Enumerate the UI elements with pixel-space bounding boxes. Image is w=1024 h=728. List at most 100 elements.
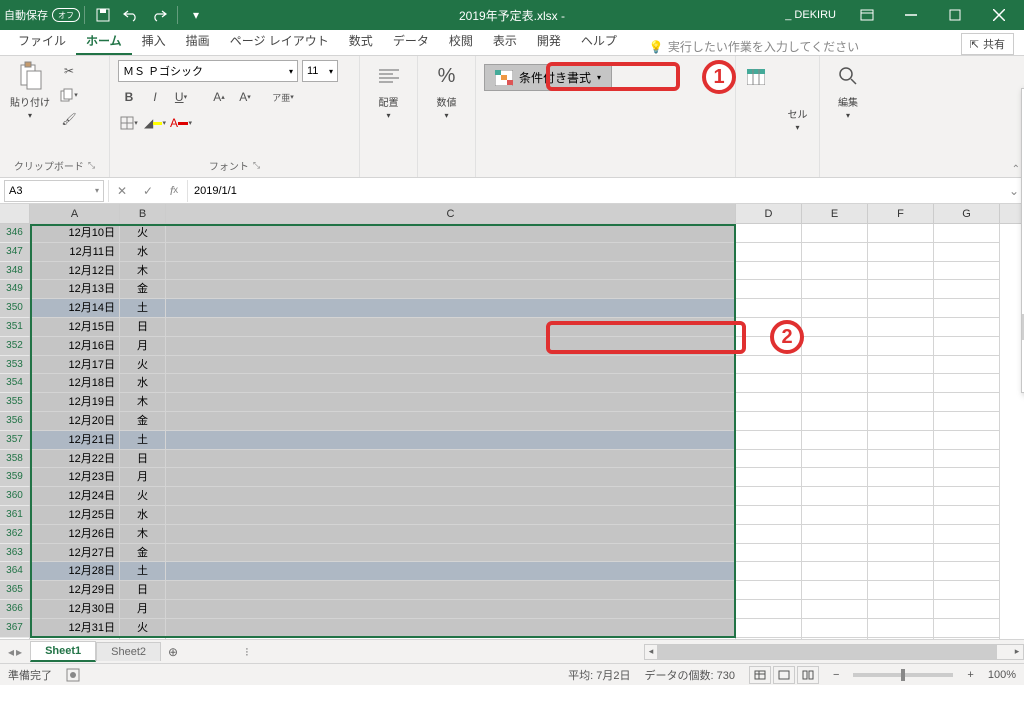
zoom-in-button[interactable]: + — [967, 669, 973, 681]
cell[interactable]: 12月19日 — [30, 393, 120, 412]
cell[interactable] — [802, 506, 868, 525]
cell[interactable] — [934, 280, 1000, 299]
cell[interactable] — [802, 224, 868, 243]
cell[interactable] — [736, 412, 802, 431]
cell[interactable] — [166, 374, 736, 393]
cell[interactable] — [868, 374, 934, 393]
cell[interactable] — [736, 450, 802, 469]
cell[interactable] — [736, 562, 802, 581]
cell[interactable]: 水 — [120, 374, 166, 393]
cell[interactable]: 12月17日 — [30, 356, 120, 375]
sheet-nav[interactable]: ◂▸ — [0, 645, 30, 659]
tab-ヘルプ[interactable]: ヘルプ — [571, 28, 627, 55]
cell[interactable] — [736, 224, 802, 243]
name-box[interactable]: A3▾ — [4, 180, 104, 202]
cell[interactable] — [868, 299, 934, 318]
cell[interactable] — [868, 468, 934, 487]
phonetic-button[interactable]: ア亜▾ — [272, 86, 294, 108]
zoom-level[interactable]: 100% — [988, 669, 1016, 681]
cut-button[interactable]: ✂ — [58, 60, 80, 82]
row-header[interactable]: 351 — [0, 318, 30, 337]
cell[interactable] — [868, 619, 934, 638]
increase-font-button[interactable]: A▴ — [208, 86, 230, 108]
cell[interactable] — [736, 619, 802, 638]
cell[interactable] — [934, 450, 1000, 469]
cell[interactable] — [736, 243, 802, 262]
nav-next-icon[interactable]: ▸ — [16, 645, 22, 659]
column-header-A[interactable]: A — [30, 204, 120, 223]
cell[interactable] — [736, 299, 802, 318]
tab-ページ レイアウト[interactable]: ページ レイアウト — [220, 28, 339, 55]
cell[interactable]: 水 — [120, 243, 166, 262]
cell[interactable] — [868, 450, 934, 469]
scroll-right-icon[interactable]: ▸ — [1011, 645, 1023, 659]
cell[interactable] — [934, 374, 1000, 393]
page-break-view-button[interactable] — [797, 666, 819, 684]
cell[interactable] — [868, 600, 934, 619]
formula-input[interactable]: 2019/1/1 — [188, 185, 1004, 197]
cell[interactable] — [802, 299, 868, 318]
cell[interactable]: 12月11日 — [30, 243, 120, 262]
cell[interactable]: 金 — [120, 544, 166, 563]
cell[interactable] — [736, 431, 802, 450]
row-header[interactable]: 359 — [0, 468, 30, 487]
cell[interactable] — [934, 431, 1000, 450]
tab-ファイル[interactable]: ファイル — [8, 28, 76, 55]
cell[interactable] — [868, 356, 934, 375]
cell[interactable]: 水 — [120, 506, 166, 525]
cell[interactable] — [166, 525, 736, 544]
dialog-launcher-icon[interactable]: ⤡ — [253, 160, 260, 171]
cell[interactable] — [166, 506, 736, 525]
grid-body[interactable]: 34612月10日火34712月11日水34812月12日木34912月13日金… — [0, 224, 1024, 639]
row-header[interactable]: 347 — [0, 243, 30, 262]
cell[interactable]: 火 — [120, 487, 166, 506]
cell[interactable] — [868, 337, 934, 356]
customize-qat-icon[interactable]: ▾ — [182, 1, 210, 29]
cell[interactable] — [934, 619, 1000, 638]
cell[interactable] — [868, 224, 934, 243]
cell[interactable] — [166, 544, 736, 563]
share-button[interactable]: ⇱ 共有 — [961, 33, 1014, 55]
cell[interactable] — [166, 581, 736, 600]
cell[interactable] — [868, 243, 934, 262]
cell[interactable] — [802, 431, 868, 450]
cell[interactable] — [166, 638, 736, 639]
cell[interactable] — [934, 544, 1000, 563]
cell[interactable] — [868, 318, 934, 337]
cell[interactable] — [868, 506, 934, 525]
maximize-icon[interactable] — [934, 1, 976, 29]
tab-描画[interactable]: 描画 — [176, 28, 220, 55]
cell[interactable] — [30, 638, 120, 639]
cell[interactable]: 金 — [120, 412, 166, 431]
paste-button[interactable]: 貼り付け ▾ — [8, 60, 52, 120]
select-all-corner[interactable] — [0, 204, 30, 223]
cell[interactable]: 12月20日 — [30, 412, 120, 431]
cell[interactable] — [166, 280, 736, 299]
nav-prev-icon[interactable]: ◂ — [8, 645, 14, 659]
cell[interactable] — [802, 619, 868, 638]
cell[interactable] — [802, 562, 868, 581]
cell[interactable] — [166, 262, 736, 281]
cell[interactable]: 火 — [120, 619, 166, 638]
cell[interactable] — [934, 525, 1000, 544]
cell[interactable] — [934, 262, 1000, 281]
format-as-table-button[interactable] — [745, 66, 767, 88]
dialog-launcher-icon[interactable]: ⤡ — [88, 160, 95, 171]
cell[interactable] — [166, 337, 736, 356]
cell[interactable] — [934, 487, 1000, 506]
fill-color-button[interactable]: ◢▾ — [144, 112, 166, 134]
sheet-tab-1[interactable]: Sheet1 — [30, 641, 96, 662]
bold-button[interactable]: B — [118, 86, 140, 108]
cell[interactable]: 木 — [120, 262, 166, 281]
cell[interactable] — [934, 412, 1000, 431]
collapse-ribbon-icon[interactable]: ⌃ — [1012, 164, 1020, 175]
cell[interactable]: 12月21日 — [30, 431, 120, 450]
minimize-icon[interactable] — [890, 1, 932, 29]
cell[interactable] — [736, 506, 802, 525]
row-header[interactable]: 349 — [0, 280, 30, 299]
cell[interactable] — [736, 374, 802, 393]
column-header-G[interactable]: G — [934, 204, 1000, 223]
cell[interactable]: 火 — [120, 224, 166, 243]
cell[interactable] — [166, 562, 736, 581]
cell[interactable] — [934, 600, 1000, 619]
